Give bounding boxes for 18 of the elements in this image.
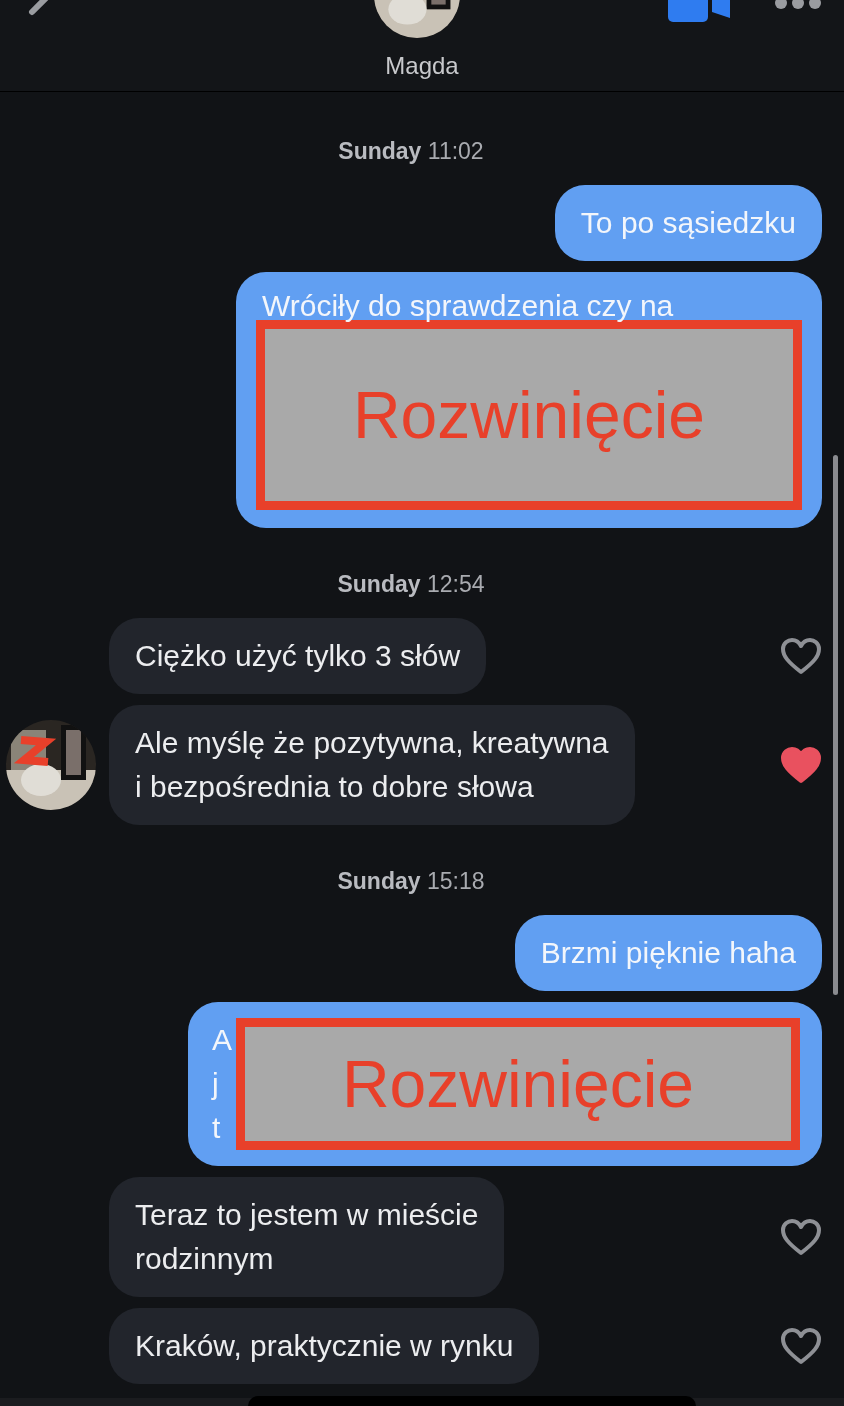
message-bubble: Ale myślę że pozytywna, kreatywna i bezpośrednia to dobre słowa bbox=[109, 705, 635, 825]
message-bubble: Wróciły do sprawdzenia czy na Rozwinięcie bbox=[236, 272, 822, 528]
timestamp: Sunday 12:54 bbox=[337, 571, 485, 598]
heart-icon[interactable] bbox=[780, 1218, 822, 1256]
more-icon[interactable] bbox=[774, 0, 822, 10]
message-bubble: Teraz to jestem w mieście rodzinnym bbox=[109, 1177, 505, 1297]
heart-icon[interactable] bbox=[780, 637, 822, 675]
message-bubble: Brzmi pięknie haha bbox=[514, 915, 822, 991]
message-bubble: A j t Rozwinięcie bbox=[188, 1002, 822, 1166]
contact-name: Magda bbox=[384, 51, 460, 81]
message-bubble: Ciężko użyć tylko 3 słów bbox=[109, 618, 487, 694]
heart-icon[interactable] bbox=[780, 1327, 822, 1365]
redaction-label: Rozwinięcie bbox=[236, 1018, 800, 1150]
heart-icon[interactable] bbox=[780, 746, 822, 784]
message-bubble: Kraków, praktycznie w rynku bbox=[109, 1308, 540, 1384]
message-bubble: To po sąsiedzku bbox=[554, 185, 822, 261]
timestamp: Sunday 15:18 bbox=[337, 868, 485, 895]
timestamp: Sunday 11:02 bbox=[338, 138, 484, 165]
